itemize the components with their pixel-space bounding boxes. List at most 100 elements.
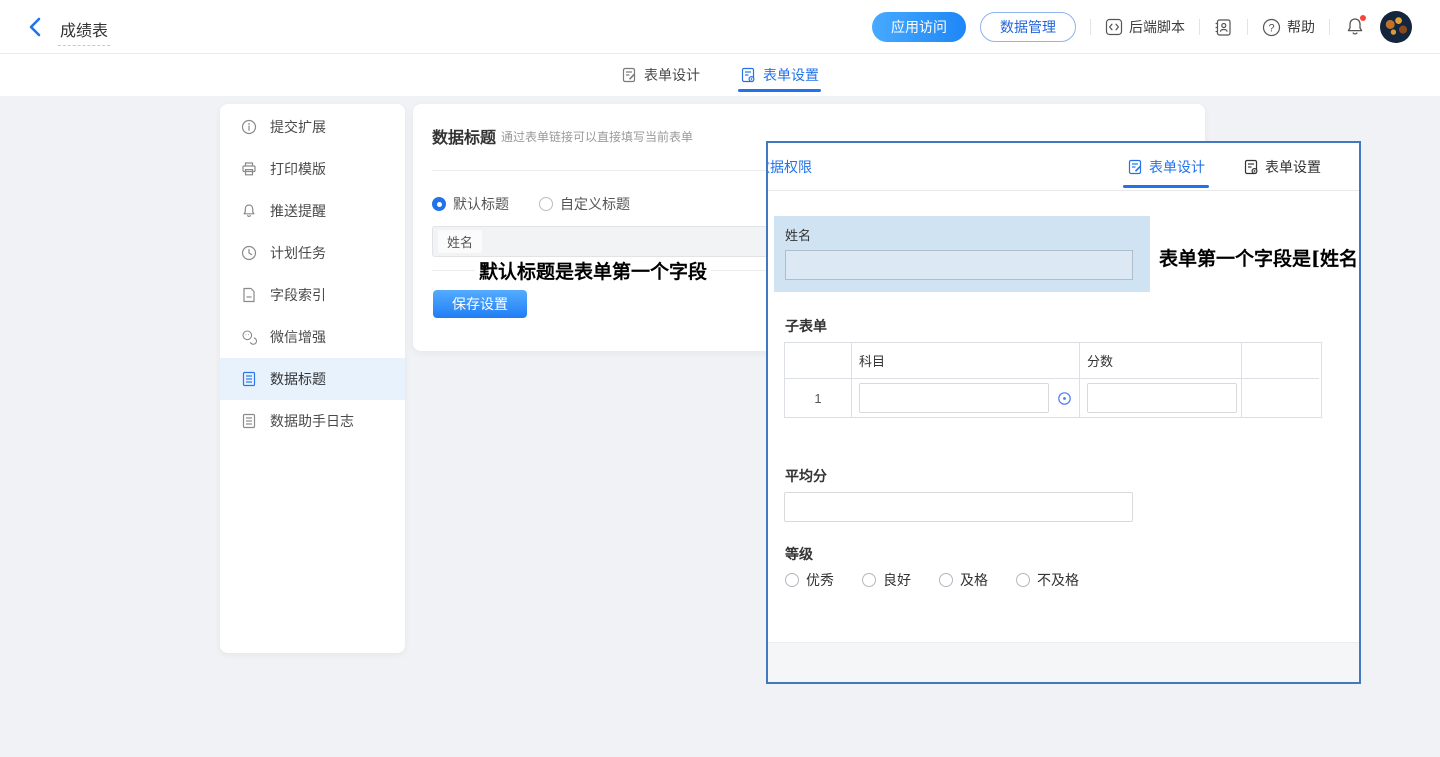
help-label: 帮助 xyxy=(1287,17,1315,37)
sidebar-item-label: 数据助手日志 xyxy=(270,411,354,431)
radio-default-title-label: 默认标题 xyxy=(453,194,509,214)
grade-option-label: 良好 xyxy=(883,570,911,590)
sidebar-item-label: 提交扩展 xyxy=(270,117,326,137)
notifications-button[interactable] xyxy=(1344,16,1366,38)
data-manage-button[interactable]: 数据管理 xyxy=(980,12,1076,42)
grade-option-good[interactable]: 良好 xyxy=(862,570,911,590)
tab-form-settings[interactable]: 表单设置 xyxy=(740,54,819,96)
data-manage-label: 数据管理 xyxy=(1000,17,1056,37)
annotation-default-title: 默认标题是表单第一个字段 xyxy=(475,257,711,284)
score-input[interactable] xyxy=(1087,383,1237,413)
subform-row-index: 1 xyxy=(785,379,852,417)
tab-form-settings-label: 表单设置 xyxy=(763,65,819,85)
sidebar-item-field-index[interactable]: 字段索引 xyxy=(220,274,405,316)
bell-icon xyxy=(241,203,257,219)
sidebar-item-label: 计划任务 xyxy=(270,243,326,263)
subform-header-subject: 科目 xyxy=(852,343,1080,379)
tab-form-design-label: 表单设计 xyxy=(644,65,700,85)
grade-option-excellent[interactable]: 优秀 xyxy=(785,570,834,590)
file-icon xyxy=(241,287,257,303)
form-title[interactable]: 成绩表 xyxy=(58,17,110,46)
grade-option-fail[interactable]: 不及格 xyxy=(1016,570,1079,590)
list-doc-icon xyxy=(241,371,257,387)
grade-option-label: 不及格 xyxy=(1037,570,1079,590)
name-field-block[interactable]: 姓名 xyxy=(774,216,1150,292)
subform-table: 科目 分数 1 xyxy=(784,342,1322,418)
radio-dot[interactable] xyxy=(432,197,446,211)
divider xyxy=(1090,19,1091,35)
subform-header-score-label: 分数 xyxy=(1087,351,1113,370)
radio-custom-title-label: 自定义标题 xyxy=(560,194,630,214)
sidebar-item-data-assistant-log[interactable]: 数据助手日志 xyxy=(220,400,405,442)
grade-radio-group: 优秀 良好 及格 不及格 xyxy=(785,570,1079,590)
wechat-icon xyxy=(241,329,257,345)
header-actions: 应用访问 数据管理 后端脚本 xyxy=(872,0,1412,54)
radio-dot[interactable] xyxy=(939,573,953,587)
grade-label: 等级 xyxy=(785,544,813,564)
sidebar-item-submit-extension[interactable]: 提交扩展 xyxy=(220,106,405,148)
subform-actions-cell xyxy=(1242,379,1319,417)
svg-text:?: ? xyxy=(1268,22,1274,34)
radio-dot[interactable] xyxy=(1016,573,1030,587)
panel-hint: 通过表单链接可以直接填写当前表单 xyxy=(501,128,693,145)
name-field-label: 姓名 xyxy=(785,225,811,244)
overlay-tab-form-design[interactable]: 表单设计 xyxy=(1127,143,1205,191)
overlay-form-body: 姓名 表单第一个字段是[姓名] 子表单 科目 分数 1 xyxy=(768,192,1359,642)
row-index-value: 1 xyxy=(814,391,821,406)
overlay-footer xyxy=(768,642,1359,682)
radio-dot[interactable] xyxy=(539,197,553,211)
backend-script-button[interactable]: 后端脚本 xyxy=(1105,17,1185,37)
subform-score-cell xyxy=(1080,379,1242,417)
app-access-button[interactable]: 应用访问 xyxy=(872,12,966,42)
printer-icon xyxy=(241,161,257,177)
app-access-label: 应用访问 xyxy=(891,17,947,37)
radio-custom-title[interactable]: 自定义标题 xyxy=(539,194,630,214)
title-field-chip: 姓名 xyxy=(438,230,482,253)
sidebar-item-wechat-enhance[interactable]: 微信增强 xyxy=(220,316,405,358)
subform-header-actions xyxy=(1242,343,1319,379)
doc-gear-icon xyxy=(740,67,756,83)
subform-subject-cell xyxy=(852,379,1080,417)
overlay-tab-form-settings[interactable]: 表单设置 xyxy=(1243,143,1321,191)
panel-title: 数据标题 xyxy=(432,124,496,148)
contacts-book-button[interactable] xyxy=(1214,18,1233,37)
tab-form-design[interactable]: 表单设计 xyxy=(621,54,700,96)
overlay-tab-form-settings-label: 表单设置 xyxy=(1265,157,1321,177)
user-avatar[interactable] xyxy=(1380,11,1412,43)
page-tabbar: 表单设计 表单设置 xyxy=(0,54,1440,96)
annotation-first-field: 表单第一个字段是[姓名] xyxy=(1155,244,1361,271)
sidebar-item-print-template[interactable]: 打印模版 xyxy=(220,148,405,190)
name-field-input[interactable] xyxy=(785,250,1133,280)
subform-header-subject-label: 科目 xyxy=(859,351,885,370)
save-settings-button[interactable]: 保存设置 xyxy=(433,290,527,318)
sidebar-item-push-reminder[interactable]: 推送提醒 xyxy=(220,190,405,232)
radio-dot[interactable] xyxy=(785,573,799,587)
backend-script-label: 后端脚本 xyxy=(1129,17,1185,37)
overlay-breadcrumb-data-permission[interactable]: 数据权限 xyxy=(766,157,812,177)
sidebar-item-label: 推送提醒 xyxy=(270,201,326,221)
radio-dot[interactable] xyxy=(862,573,876,587)
code-icon xyxy=(1105,18,1123,36)
grade-option-pass[interactable]: 及格 xyxy=(939,570,988,590)
sidebar-item-scheduled-task[interactable]: 计划任务 xyxy=(220,232,405,274)
doc-pencil-icon xyxy=(621,67,637,83)
clock-icon xyxy=(241,245,257,261)
grade-option-label: 优秀 xyxy=(806,570,834,590)
sidebar-item-label: 微信增强 xyxy=(270,327,326,347)
form-preview-overlay: 数据权限 表单设计 xyxy=(766,141,1361,684)
divider xyxy=(1199,19,1200,35)
list-doc-icon xyxy=(241,413,257,429)
radio-default-title[interactable]: 默认标题 xyxy=(432,194,509,214)
settings-sidebar: 提交扩展 打印模版 推送提醒 计划任务 xyxy=(220,104,405,653)
doc-gear-icon xyxy=(1243,159,1259,175)
subject-input[interactable] xyxy=(859,383,1049,413)
help-button[interactable]: ? 帮助 xyxy=(1262,17,1315,37)
app-header: 成绩表 应用访问 数据管理 后端脚本 xyxy=(0,0,1440,54)
question-icon: ? xyxy=(1262,18,1281,37)
divider xyxy=(1329,19,1330,35)
average-input[interactable] xyxy=(784,492,1133,522)
back-icon[interactable] xyxy=(26,16,46,38)
circle-dot-icon[interactable] xyxy=(1057,391,1072,406)
sidebar-item-data-title[interactable]: 数据标题 xyxy=(220,358,405,400)
average-label: 平均分 xyxy=(785,466,827,486)
